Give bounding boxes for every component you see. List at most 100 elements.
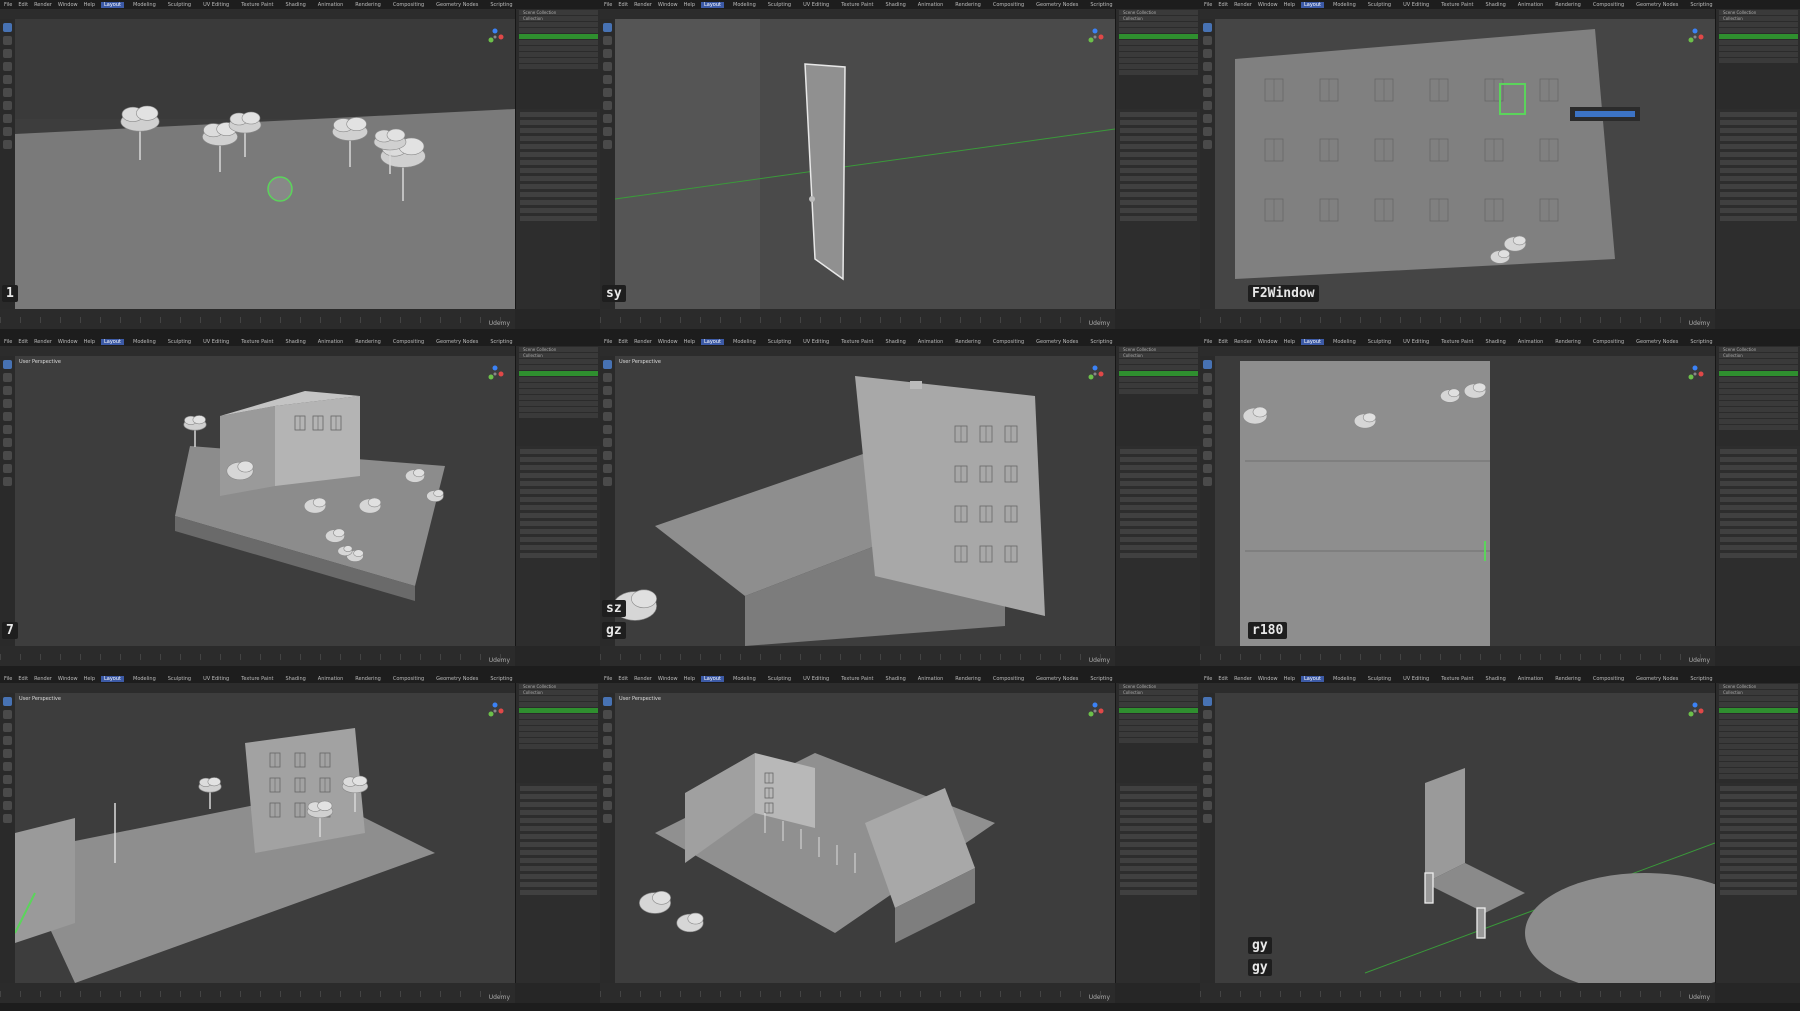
property-field[interactable] <box>520 850 597 855</box>
outliner-object-row[interactable] <box>1119 720 1198 725</box>
property-field[interactable] <box>1120 184 1197 189</box>
property-field[interactable] <box>1120 176 1197 181</box>
outliner-object-row[interactable] <box>1119 34 1198 39</box>
tool-button[interactable] <box>1203 127 1212 136</box>
tool-button[interactable] <box>1203 438 1212 447</box>
outliner-object-row[interactable] <box>1119 702 1198 707</box>
tool-button[interactable] <box>1203 412 1212 421</box>
tool-button[interactable] <box>1203 749 1212 758</box>
workspace-tab[interactable]: Rendering <box>352 2 384 8</box>
workspace-tab[interactable]: Scripting <box>487 676 515 682</box>
tool-button[interactable] <box>3 49 12 58</box>
outliner-object-row[interactable] <box>1119 738 1198 743</box>
workspace-tab[interactable]: Compositing <box>990 339 1027 345</box>
menu-item[interactable]: Render <box>634 676 652 682</box>
tool-button[interactable] <box>603 75 612 84</box>
property-field[interactable] <box>520 826 597 831</box>
menu-item[interactable]: Render <box>34 339 52 345</box>
workspace-tab[interactable]: Sculpting <box>165 339 194 345</box>
workspace-tab[interactable]: Animation <box>315 339 347 345</box>
outliner-collection[interactable]: Collection <box>519 690 598 695</box>
property-field[interactable] <box>520 505 597 510</box>
tool-button[interactable] <box>1203 88 1212 97</box>
outliner-object-row[interactable] <box>519 726 598 731</box>
tool-button[interactable] <box>603 101 612 110</box>
outliner-object-row[interactable] <box>519 708 598 713</box>
property-field[interactable] <box>1720 521 1797 526</box>
tool-button[interactable] <box>1203 464 1212 473</box>
workspace-tab[interactable]: Modeling <box>130 2 159 8</box>
outliner-object-row[interactable] <box>519 58 598 63</box>
workspace-tab[interactable]: UV Editing <box>1400 339 1432 345</box>
outliner-object-row[interactable] <box>519 377 598 382</box>
menu-item[interactable]: Window <box>58 676 78 682</box>
workspace-tab[interactable]: Scripting <box>487 2 515 8</box>
tool-button[interactable] <box>1203 62 1212 71</box>
workspace-tab[interactable]: Shading <box>282 339 308 345</box>
outliner-object-row[interactable] <box>1119 708 1198 713</box>
outliner-object-row[interactable] <box>1719 365 1798 370</box>
tool-button[interactable] <box>3 386 12 395</box>
outliner-object-row[interactable] <box>1719 419 1798 424</box>
outliner-object-row[interactable] <box>1719 52 1798 57</box>
outliner-object-row[interactable] <box>1719 383 1798 388</box>
outliner-object-row[interactable] <box>519 40 598 45</box>
outliner-scene-collection[interactable]: Scene Collection <box>1119 347 1198 352</box>
outliner-object-row[interactable] <box>1719 425 1798 430</box>
property-field[interactable] <box>520 842 597 847</box>
property-field[interactable] <box>1120 152 1197 157</box>
workspace-tab[interactable]: Rendering <box>1552 676 1584 682</box>
property-field[interactable] <box>520 497 597 502</box>
workspace-tab[interactable]: Geometry Nodes <box>1033 676 1081 682</box>
tool-button[interactable] <box>603 762 612 771</box>
workspace-tab[interactable]: Layout <box>701 1 724 8</box>
outliner-object-row[interactable] <box>519 744 598 749</box>
tool-button[interactable] <box>603 114 612 123</box>
property-field[interactable] <box>1720 481 1797 486</box>
outliner-scene-collection[interactable]: Scene Collection <box>1119 10 1198 15</box>
outliner-object-row[interactable] <box>1719 58 1798 63</box>
workspace-tab[interactable]: Texture Paint <box>838 339 876 345</box>
tool-button[interactable] <box>3 749 12 758</box>
menu-item[interactable]: File <box>4 2 12 8</box>
outliner-object-row[interactable] <box>519 714 598 719</box>
property-field[interactable] <box>520 120 597 125</box>
outliner-object-row[interactable] <box>1119 22 1198 27</box>
timeline-editor[interactable] <box>0 646 515 666</box>
property-field[interactable] <box>520 882 597 887</box>
tool-button[interactable] <box>603 23 612 32</box>
workspace-tab[interactable]: Animation <box>915 2 947 8</box>
property-field[interactable] <box>1720 794 1797 799</box>
workspace-tab[interactable]: Layout <box>101 675 124 682</box>
tool-button[interactable] <box>1203 399 1212 408</box>
property-field[interactable] <box>1120 818 1197 823</box>
tool-button[interactable] <box>1203 814 1212 823</box>
property-field[interactable] <box>1120 449 1197 454</box>
3d-viewport[interactable]: User Perspective <box>615 19 1115 309</box>
workspace-tab[interactable]: Texture Paint <box>838 2 876 8</box>
tool-button[interactable] <box>1203 49 1212 58</box>
tool-button[interactable] <box>3 762 12 771</box>
outliner-object-row[interactable] <box>1119 70 1198 75</box>
outliner-scene-collection[interactable]: Scene Collection <box>519 347 598 352</box>
property-field[interactable] <box>1720 200 1797 205</box>
tool-button[interactable] <box>603 801 612 810</box>
tool-button[interactable] <box>3 801 12 810</box>
property-field[interactable] <box>520 208 597 213</box>
property-field[interactable] <box>1120 144 1197 149</box>
tool-button[interactable] <box>1203 114 1212 123</box>
property-field[interactable] <box>520 473 597 478</box>
outliner-object-row[interactable] <box>1719 395 1798 400</box>
menu-item[interactable]: Edit <box>18 339 28 345</box>
property-field[interactable] <box>520 786 597 791</box>
outliner-scene-collection[interactable]: Scene Collection <box>1719 347 1798 352</box>
workspace-tab[interactable]: Shading <box>882 339 908 345</box>
workspace-tab[interactable]: Shading <box>1482 2 1508 8</box>
menu-item[interactable]: Edit <box>18 2 28 8</box>
workspace-tab[interactable]: Compositing <box>390 2 427 8</box>
workspace-tab[interactable]: Sculpting <box>765 339 794 345</box>
property-field[interactable] <box>1120 192 1197 197</box>
tool-button[interactable] <box>603 710 612 719</box>
workspace-tab[interactable]: Geometry Nodes <box>433 339 481 345</box>
property-field[interactable] <box>1120 802 1197 807</box>
